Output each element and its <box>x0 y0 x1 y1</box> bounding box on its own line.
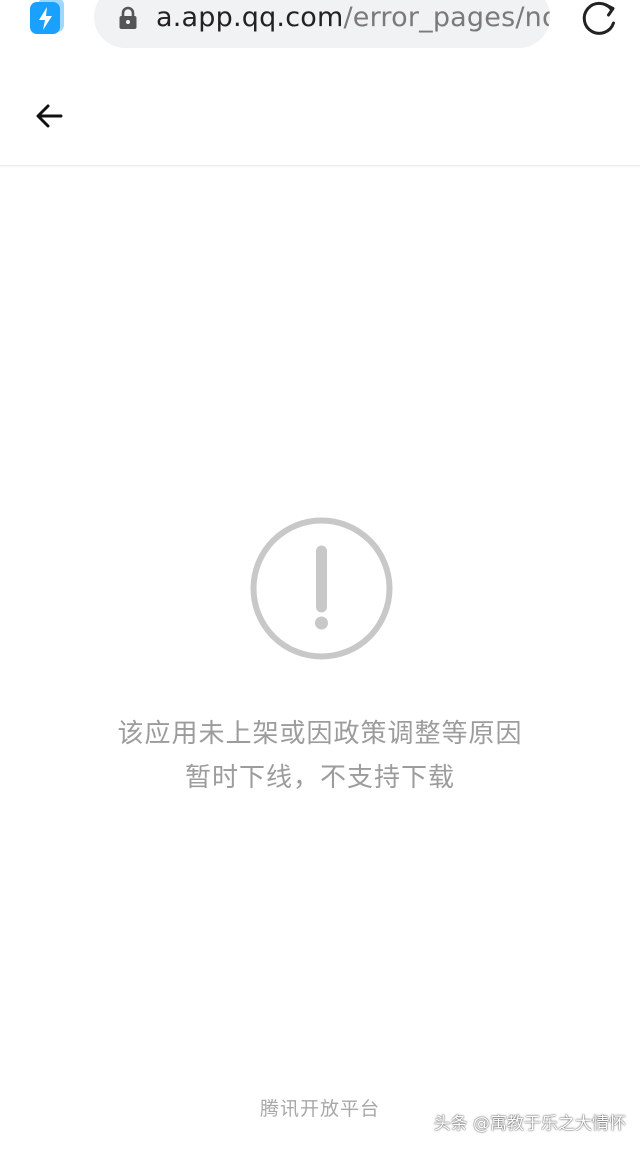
reload-icon[interactable] <box>580 0 620 40</box>
page: a.app.qq.com/error_pages/no 该应用未上架或因政策调整… <box>0 0 640 1149</box>
error-message: 该应用未上架或因政策调整等原因 暂时下线，不支持下载 <box>0 712 640 800</box>
arrow-left-icon <box>36 104 63 128</box>
watermark: 头条 @寓教于乐之大情怀 <box>433 1114 626 1134</box>
browser-address-bar: a.app.qq.com/error_pages/no <box>0 0 640 66</box>
page-header <box>0 66 640 166</box>
back-button[interactable] <box>30 96 70 136</box>
url-text: a.app.qq.com/error_pages/no <box>156 0 550 36</box>
error-message-line-2: 暂时下线，不支持下载 <box>184 763 455 793</box>
lightning-bolt-icon[interactable] <box>28 0 64 36</box>
error-message-line-1: 该应用未上架或因政策调整等原因 <box>117 719 523 749</box>
url-host: a.app.qq.com <box>156 2 344 33</box>
exclamation-circle-icon <box>250 517 393 660</box>
lock-icon <box>118 6 138 30</box>
url-path: /error_pages/no <box>343 2 550 33</box>
url-bar[interactable]: a.app.qq.com/error_pages/no <box>94 0 550 48</box>
